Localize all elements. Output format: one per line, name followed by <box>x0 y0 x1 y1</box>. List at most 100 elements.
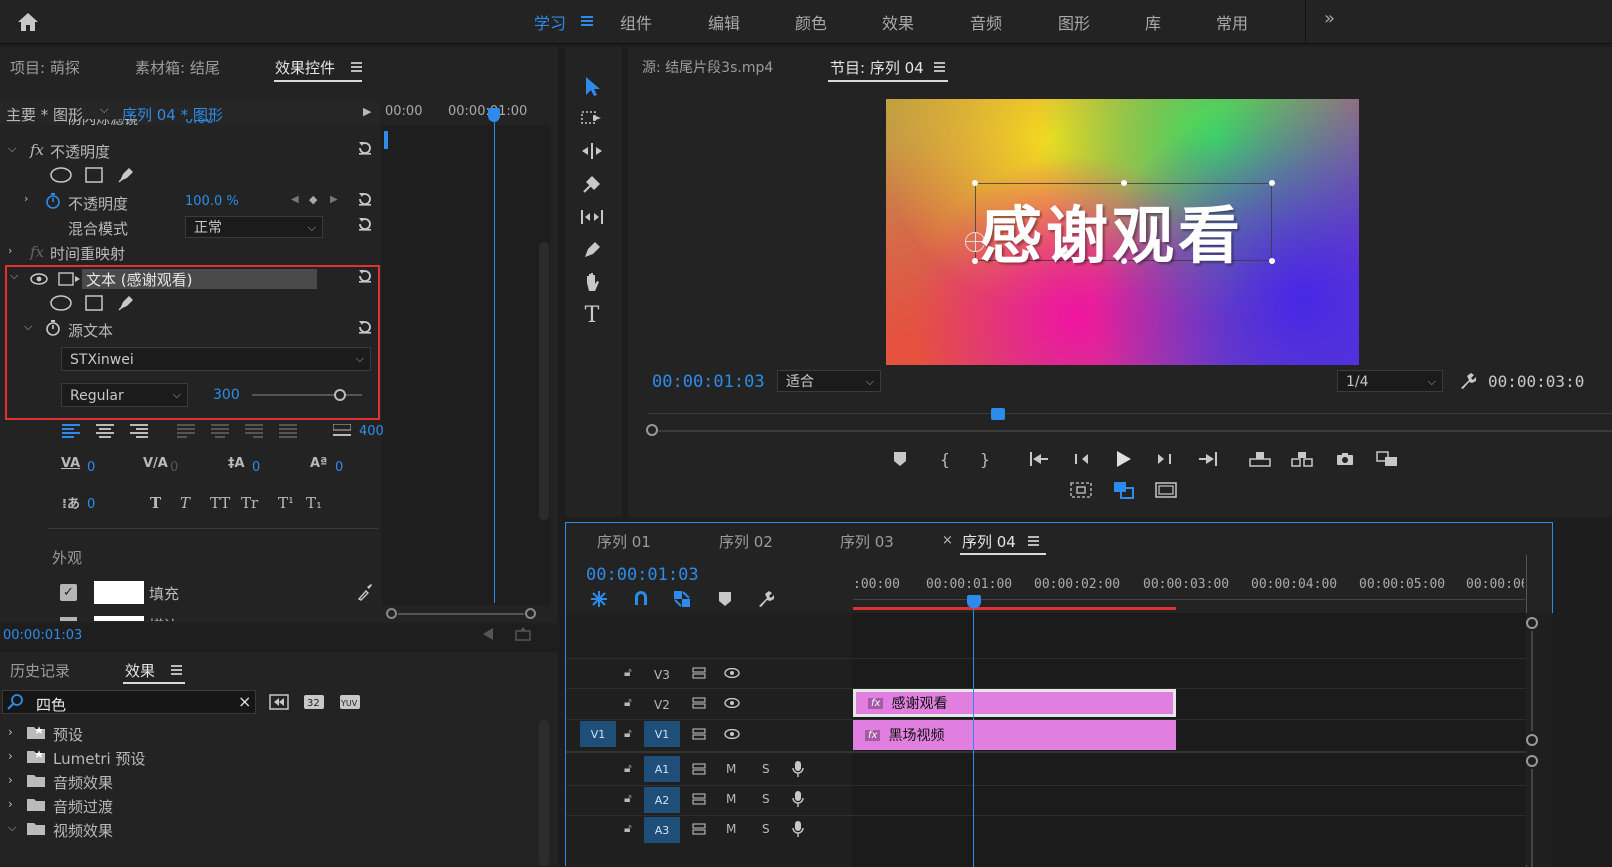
justify-left-icon[interactable] <box>176 423 196 439</box>
step-back-icon[interactable] <box>1070 449 1090 469</box>
tsume-value[interactable]: 0 <box>87 497 95 512</box>
mark-out-icon[interactable]: } <box>975 449 995 469</box>
mute-button[interactable]: M <box>726 792 736 806</box>
rect-mask-icon[interactable] <box>84 294 104 312</box>
sync-lock-icon[interactable] <box>691 792 707 806</box>
tab-project[interactable]: 项目: 萌探 <box>10 57 80 78</box>
tab-sequence-03[interactable]: 序列 03 <box>840 531 894 552</box>
chevron-down-icon[interactable]: ⌵ <box>100 103 108 117</box>
pen-mask-icon[interactable] <box>116 293 136 313</box>
reset-icon[interactable] <box>356 139 374 157</box>
video-zoom-handle[interactable] <box>1526 734 1538 746</box>
microphone-icon[interactable] <box>790 820 806 838</box>
superscript-button[interactable]: T¹ <box>278 494 294 512</box>
align-right-icon[interactable] <box>129 423 149 439</box>
font-family-select[interactable]: STXinwei ⌵ <box>61 347 371 371</box>
small-caps-button[interactable]: Tr <box>241 494 258 512</box>
pen-tool-icon[interactable] <box>578 237 606 263</box>
tab-effect-controls[interactable]: 效果控件 <box>275 57 335 78</box>
timeline-timecode[interactable]: 00:00:01:03 <box>586 565 699 585</box>
baseline-shift-value[interactable]: 0 <box>335 460 343 475</box>
effect-controls-scrollbar[interactable] <box>539 242 549 520</box>
panel-menu-icon[interactable] <box>169 664 183 676</box>
reset-icon[interactable] <box>356 215 374 233</box>
workspace-graphics[interactable]: 图形 <box>1058 10 1090 34</box>
tracking-right-value[interactable]: 400 <box>359 424 384 439</box>
linked-selection-icon[interactable] <box>672 589 692 609</box>
mute-button[interactable]: M <box>726 822 736 836</box>
slip-tool-icon[interactable] <box>578 204 606 230</box>
fullscreen-icon[interactable] <box>1154 480 1178 500</box>
tab-sequence-04[interactable]: 序列 04 <box>962 531 1016 552</box>
stopwatch-icon[interactable] <box>44 192 62 210</box>
fill-color-swatch[interactable] <box>94 581 144 604</box>
workspace-common[interactable]: 常用 <box>1216 10 1248 34</box>
justify-all-icon[interactable] <box>278 423 298 439</box>
menu-lines-icon[interactable] <box>580 14 594 28</box>
bold-button[interactable]: T <box>150 494 161 512</box>
italic-button[interactable]: T <box>180 494 190 512</box>
yuv-effects-icon[interactable]: YUV <box>338 692 362 712</box>
zoom-scroll-left-handle[interactable] <box>386 608 397 619</box>
work-area-bar[interactable] <box>853 607 1176 610</box>
track-label-v3[interactable]: V3 <box>654 668 670 682</box>
quality-select[interactable]: 1/4 ⌵ <box>1337 370 1443 392</box>
solo-button[interactable]: S <box>762 762 770 776</box>
panel-menu-icon[interactable] <box>1026 535 1040 547</box>
go-to-in-icon[interactable] <box>1028 449 1050 469</box>
filter-play-icon[interactable] <box>482 627 500 641</box>
expand-chevron-icon[interactable]: ⌵ <box>8 142 16 156</box>
panel-menu-icon[interactable] <box>932 61 946 73</box>
extract-icon[interactable] <box>1290 449 1314 469</box>
workspace-audio[interactable]: 音频 <box>970 10 1002 34</box>
stopwatch-icon[interactable] <box>44 319 62 337</box>
sync-lock-icon[interactable] <box>691 762 707 776</box>
timeline-playhead-marker[interactable] <box>967 595 981 608</box>
eye-icon[interactable] <box>723 697 741 709</box>
type-tool-icon[interactable]: T <box>578 302 606 328</box>
lift-icon[interactable] <box>1248 449 1272 469</box>
workspace-learn[interactable]: 学习 <box>534 10 566 34</box>
workspace-assembly[interactable]: 组件 <box>620 10 652 34</box>
expand-right-icon[interactable]: › <box>8 749 13 763</box>
folder-label[interactable]: 音频过渡 <box>53 796 113 817</box>
source-patch-v1[interactable]: V1 <box>580 721 616 747</box>
tab-sequence-02[interactable]: 序列 02 <box>719 531 773 552</box>
text-layer-name[interactable]: 文本 (感谢观看) <box>86 269 192 290</box>
expand-right-icon[interactable]: › <box>24 192 28 205</box>
opacity-section-title[interactable]: 不透明度 <box>50 141 110 162</box>
workspace-editing[interactable]: 编辑 <box>708 10 740 34</box>
panel-menu-icon[interactable] <box>349 61 363 73</box>
solo-button[interactable]: S <box>762 792 770 806</box>
all-caps-button[interactable]: TT <box>210 494 230 512</box>
opacity-value[interactable]: 100.0 % <box>185 194 239 209</box>
close-icon[interactable]: × <box>942 533 953 548</box>
time-remap-title[interactable]: 时间重映射 <box>50 243 125 264</box>
microphone-icon[interactable] <box>790 790 806 808</box>
stroke-color-swatch[interactable] <box>94 616 144 621</box>
program-timecode[interactable]: 00:00:01:03 <box>652 372 765 392</box>
go-to-out-icon[interactable] <box>1197 449 1219 469</box>
reset-icon[interactable] <box>356 318 374 336</box>
effects-scrollbar[interactable] <box>539 720 549 866</box>
tab-width-icon[interactable] <box>332 423 352 439</box>
video-zoom-handle[interactable] <box>1526 617 1538 629</box>
selection-tool-icon[interactable] <box>578 73 606 99</box>
lock-icon[interactable]: 🔓︎ <box>624 695 632 710</box>
sync-lock-icon[interactable] <box>691 666 707 680</box>
mute-button[interactable]: M <box>726 762 736 776</box>
justify-right-icon[interactable] <box>244 423 264 439</box>
leading-icon[interactable]: ‡A <box>228 456 245 471</box>
prev-keyframe-icon[interactable]: ◀ <box>291 194 299 205</box>
font-size-value[interactable]: 300 <box>213 387 240 403</box>
sync-lock-icon[interactable] <box>691 822 707 836</box>
align-center-icon[interactable] <box>95 423 115 439</box>
kerning-icon[interactable]: VA <box>61 456 80 471</box>
track-label-a3[interactable]: A3 <box>644 817 680 843</box>
program-video-frame[interactable]: 感谢观看 <box>886 99 1359 365</box>
workspace-effects[interactable]: 效果 <box>882 10 914 34</box>
expand-right-icon[interactable]: › <box>8 725 13 739</box>
blend-mode-select[interactable]: 正常 ⌵ <box>185 216 323 238</box>
solo-button[interactable]: S <box>762 822 770 836</box>
sync-lock-icon[interactable] <box>691 696 707 710</box>
